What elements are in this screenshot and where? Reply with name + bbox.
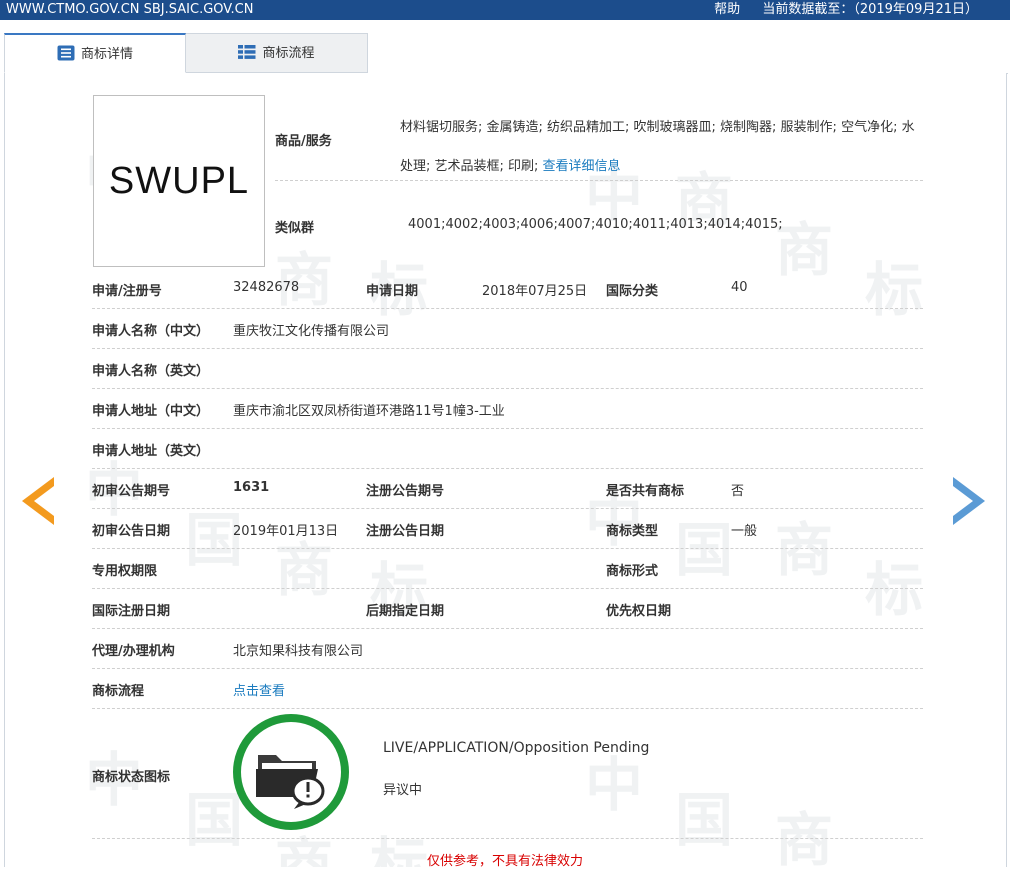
reg-pub-no-label: 注册公告期号 bbox=[366, 484, 445, 499]
goods-text: 材料锯切服务; 金属铸造; 纺织品精加工; 吹制玻璃器皿; 烧制陶器; 服装制作… bbox=[400, 120, 915, 174]
watermark-char: 商 bbox=[275, 246, 334, 314]
watermark-char: 国 bbox=[675, 516, 734, 584]
agent-label: 代理/办理机构 bbox=[92, 644, 175, 659]
goods-value: 材料锯切服务; 金属铸造; 纺织品精加工; 吹制玻璃器皿; 烧制陶器; 服装制作… bbox=[400, 108, 920, 186]
divider bbox=[92, 708, 923, 709]
status-icon-label: 商标状态图标 bbox=[92, 770, 171, 785]
document-list-icon bbox=[57, 45, 75, 61]
applicant-cn-label: 申请人名称（中文） bbox=[92, 324, 210, 339]
trademark-logo-text: SWUPL bbox=[108, 159, 250, 202]
reg-pub-date-label: 注册公告日期 bbox=[366, 524, 445, 539]
divider bbox=[92, 838, 923, 839]
address-cn-value: 重庆市渝北区双凤桥街道环港路11号1幢3-工业 bbox=[233, 404, 505, 419]
divider bbox=[92, 628, 923, 629]
reg-no-label: 申请/注册号 bbox=[92, 284, 162, 299]
divider bbox=[92, 388, 923, 389]
agent-value: 北京知果科技有限公司 bbox=[233, 644, 364, 659]
top-bar: WWW.CTMO.GOV.CN SBJ.SAIC.GOV.CN 帮助 当前数据截… bbox=[0, 0, 1010, 20]
applicant-en-label: 申请人名称（英文） bbox=[92, 364, 210, 379]
tab-trademark-detail[interactable]: 商标详情 bbox=[4, 33, 186, 73]
opposition-folder-icon bbox=[233, 714, 349, 830]
similar-group-label: 类似群 bbox=[275, 221, 315, 236]
watermark-char: 标 bbox=[865, 556, 924, 624]
tab-label: 商标详情 bbox=[80, 47, 133, 62]
grid-list-icon bbox=[238, 45, 256, 59]
divider bbox=[92, 508, 923, 509]
divider bbox=[92, 668, 923, 669]
intl-reg-date-label: 国际注册日期 bbox=[92, 604, 171, 619]
prelim-date-label: 初审公告日期 bbox=[92, 524, 171, 539]
site-urls: WWW.CTMO.GOV.CN SBJ.SAIC.GOV.CN bbox=[6, 2, 254, 17]
goods-more-link[interactable]: 查看详细信息 bbox=[543, 159, 621, 174]
divider bbox=[275, 180, 923, 181]
intl-class-value: 40 bbox=[731, 280, 748, 295]
divider bbox=[92, 548, 923, 549]
chevron-left-cut bbox=[34, 486, 54, 516]
watermark-char: 商 bbox=[775, 516, 834, 584]
data-as-of: 当前数据截至：（2019年09月21日） bbox=[762, 2, 978, 17]
legal-disclaimer: 仅供参考，不具有法律效力 bbox=[426, 854, 583, 869]
priority-label: 优先权日期 bbox=[606, 604, 672, 619]
divider bbox=[92, 348, 923, 349]
tab-trademark-flow[interactable]: 商标流程 bbox=[186, 33, 368, 73]
intl-class-label: 国际分类 bbox=[606, 284, 659, 299]
applicant-cn-value: 重庆牧江文化传播有限公司 bbox=[233, 324, 390, 339]
prelim-no-value: 1631 bbox=[233, 480, 270, 495]
exclusive-label: 专用权期限 bbox=[92, 564, 158, 579]
watermark-char: 商 bbox=[775, 216, 834, 284]
watermark-char: 标 bbox=[865, 256, 924, 324]
watermark-char: 国 bbox=[675, 786, 734, 854]
tab-bar: 商标详情 商标流程 bbox=[4, 33, 1008, 74]
tm-type-label: 商标类型 bbox=[606, 524, 659, 539]
tab-label: 商标流程 bbox=[262, 46, 315, 61]
top-bar-right: 帮助 当前数据截至：（2019年09月21日） bbox=[696, 0, 978, 20]
app-date-label: 申请日期 bbox=[366, 284, 419, 299]
goods-label: 商品/服务 bbox=[275, 134, 332, 149]
later-date-label: 后期指定日期 bbox=[366, 604, 445, 619]
divider bbox=[92, 588, 923, 589]
prelim-no-label: 初审公告期号 bbox=[92, 484, 171, 499]
shared-label: 是否共有商标 bbox=[606, 484, 685, 499]
tm-type-value: 一般 bbox=[731, 524, 758, 539]
similar-group-value: 4001;4002;4003;4006;4007;4010;4011;4013;… bbox=[408, 217, 783, 232]
reg-no-value: 32482678 bbox=[233, 280, 300, 295]
shared-value: 否 bbox=[731, 484, 745, 499]
tm-form-label: 商标形式 bbox=[606, 564, 659, 579]
flow-label: 商标流程 bbox=[92, 684, 145, 699]
status-en: LIVE/APPLICATION/Opposition Pending bbox=[383, 740, 650, 756]
prelim-date-value: 2019年01月13日 bbox=[233, 524, 339, 539]
help-link[interactable]: 帮助 bbox=[714, 2, 740, 17]
address-en-label: 申请人地址（英文） bbox=[92, 444, 210, 459]
trademark-image: SWUPL bbox=[93, 95, 265, 267]
status-cn: 异议中 bbox=[383, 783, 423, 798]
address-cn-label: 申请人地址（中文） bbox=[92, 404, 210, 419]
divider bbox=[92, 428, 923, 429]
detail-panel: 中 中 商 商 标 商 标 中 国 商 标 商 标 中 国 中 国 中 国 商 … bbox=[4, 73, 1007, 867]
chevron-right-cut bbox=[953, 486, 973, 516]
divider bbox=[92, 308, 923, 309]
flow-view-link[interactable]: 点击查看 bbox=[233, 680, 285, 699]
app-date-value: 2018年07月25日 bbox=[482, 284, 588, 299]
divider bbox=[92, 468, 923, 469]
